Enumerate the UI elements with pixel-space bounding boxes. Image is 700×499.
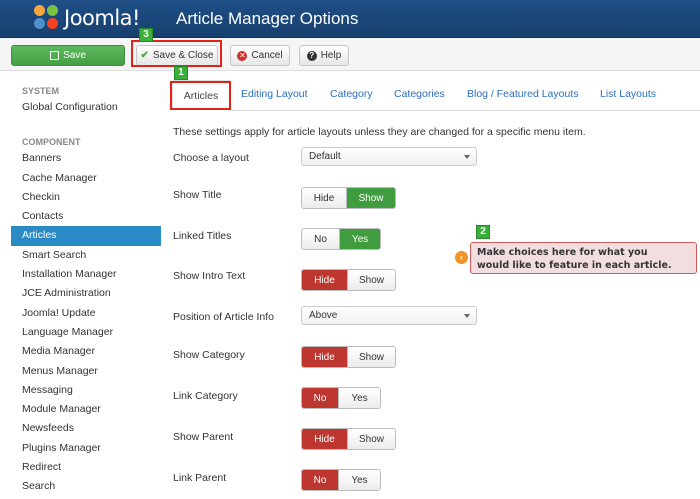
joomla-logo[interactable]: Joomla! <box>34 5 140 31</box>
sidebar-item-messaging[interactable]: Messaging <box>11 381 161 400</box>
step-marker-3: 3 <box>139 28 153 42</box>
show-title-hide-option[interactable]: Hide <box>302 188 346 208</box>
save-close-highlight <box>131 40 222 67</box>
arrow-left-icon: ‹ <box>455 251 468 264</box>
link-parent-label: Link Parent <box>173 472 227 484</box>
show-intro-toggle: Hide Show <box>301 269 396 291</box>
callout-line-1: Make choices here for what you <box>477 247 648 258</box>
show-title-show-option[interactable]: Show <box>346 188 395 208</box>
sidebar-item-redirect[interactable]: Redirect <box>11 458 161 477</box>
show-category-show-option[interactable]: Show <box>347 347 395 367</box>
tab-category[interactable]: Category <box>330 88 373 100</box>
show-intro-show-option[interactable]: Show <box>347 270 395 290</box>
caret-down-icon <box>464 155 470 159</box>
linked-titles-no-option[interactable]: No <box>302 229 339 249</box>
choose-layout-label: Choose a layout <box>173 152 249 164</box>
cancel-icon: ✕ <box>237 50 248 61</box>
toolbar: Save ✔ Save & Close ✕ Cancel ? Help <box>0 38 700 71</box>
position-info-select[interactable]: Above <box>301 306 477 325</box>
show-parent-show-option[interactable]: Show <box>347 429 395 449</box>
sidebar-item-search[interactable]: Search <box>11 477 161 496</box>
choose-layout-select[interactable]: Default <box>301 147 477 166</box>
show-parent-toggle: Hide Show <box>301 428 396 450</box>
intro-text: These settings apply for article layouts… <box>173 126 586 138</box>
joomla-logo-icon <box>34 5 60 31</box>
link-category-yes-option[interactable]: Yes <box>338 388 380 408</box>
show-intro-hide-option[interactable]: Hide <box>302 270 347 290</box>
page-title: Article Manager Options <box>176 9 359 28</box>
sidebar-item-joomla-update[interactable]: Joomla! Update <box>11 304 161 323</box>
link-category-toggle: No Yes <box>301 387 381 409</box>
link-parent-yes-option[interactable]: Yes <box>338 470 380 490</box>
link-parent-no-option[interactable]: No <box>302 470 338 490</box>
sidebar-item-installation-manager[interactable]: Installation Manager <box>11 265 161 284</box>
tab-editing-layout[interactable]: Editing Layout <box>241 88 308 100</box>
linked-titles-label: Linked Titles <box>173 230 232 242</box>
sidebar-item-menus-manager[interactable]: Menus Manager <box>11 362 161 381</box>
save-button[interactable]: Save <box>11 45 125 66</box>
show-title-label: Show Title <box>173 189 222 201</box>
caret-down-icon <box>464 314 470 318</box>
show-category-toggle: Hide Show <box>301 346 396 368</box>
help-label: Help <box>320 50 342 61</box>
cancel-label: Cancel <box>251 50 283 61</box>
sidebar-item-contacts[interactable]: Contacts <box>11 207 161 226</box>
app-header: Joomla! Article Manager Options <box>0 0 700 38</box>
sidebar-heading-system: SYSTEM <box>22 86 60 96</box>
sidebar-item-checkin[interactable]: Checkin <box>11 188 161 207</box>
position-info-label: Position of Article Info <box>173 311 274 323</box>
tab-categories[interactable]: Categories <box>394 88 445 100</box>
sidebar-item-language-manager[interactable]: Language Manager <box>11 323 161 342</box>
sidebar-item-articles[interactable]: Articles <box>11 226 161 246</box>
tab-blog-featured-layouts[interactable]: Blog / Featured Layouts <box>467 88 579 100</box>
options-tabs: Articles Editing Layout Category Categor… <box>172 80 700 111</box>
sidebar-item-smart-search[interactable]: Smart Search <box>11 246 161 265</box>
sidebar-item-media-manager[interactable]: Media Manager <box>11 342 161 361</box>
sidebar-item-cache-manager[interactable]: Cache Manager <box>11 169 161 188</box>
sidebar-item-jce-administration[interactable]: JCE Administration <box>11 284 161 303</box>
sidebar-item-newsfeeds[interactable]: Newsfeeds <box>11 419 161 438</box>
linked-titles-toggle: No Yes <box>301 228 381 250</box>
sidebar-item-global-configuration[interactable]: Global Configuration <box>11 98 161 117</box>
cancel-button[interactable]: ✕ Cancel <box>230 45 290 66</box>
link-category-label: Link Category <box>173 390 238 402</box>
show-intro-label: Show Intro Text <box>173 270 246 282</box>
brand-name: Joomla! <box>64 6 140 30</box>
tab-list-layouts[interactable]: List Layouts <box>600 88 656 100</box>
show-parent-label: Show Parent <box>173 431 234 443</box>
choose-layout-value: Default <box>309 151 341 162</box>
show-category-label: Show Category <box>173 349 245 361</box>
sidebar-item-banners[interactable]: Banners <box>11 149 161 168</box>
step-marker-1: 1 <box>174 66 188 80</box>
show-title-toggle: Hide Show <box>301 187 396 209</box>
step-marker-2: 2 <box>476 225 490 239</box>
sidebar-heading-component: COMPONENT <box>22 137 81 148</box>
linked-titles-yes-option[interactable]: Yes <box>339 229 380 249</box>
link-parent-toggle: No Yes <box>301 469 381 491</box>
save-icon <box>50 51 60 60</box>
sidebar-item-module-manager[interactable]: Module Manager <box>11 400 161 419</box>
show-category-hide-option[interactable]: Hide <box>302 347 347 367</box>
position-info-value: Above <box>309 310 338 321</box>
link-category-no-option[interactable]: No <box>302 388 338 408</box>
help-icon: ? <box>306 50 317 61</box>
annotation-callout: Make choices here for what you would lik… <box>470 242 697 274</box>
articles-tab-highlight <box>170 81 231 110</box>
callout-line-2: would like to feature in each article. <box>477 260 672 271</box>
show-parent-hide-option[interactable]: Hide <box>302 429 347 449</box>
sidebar: SYSTEM Global Configuration COMPONENT Ba… <box>11 80 161 497</box>
save-label: Save <box>63 50 86 61</box>
sidebar-item-plugins-manager[interactable]: Plugins Manager <box>11 439 161 458</box>
help-button[interactable]: ? Help <box>299 45 349 66</box>
